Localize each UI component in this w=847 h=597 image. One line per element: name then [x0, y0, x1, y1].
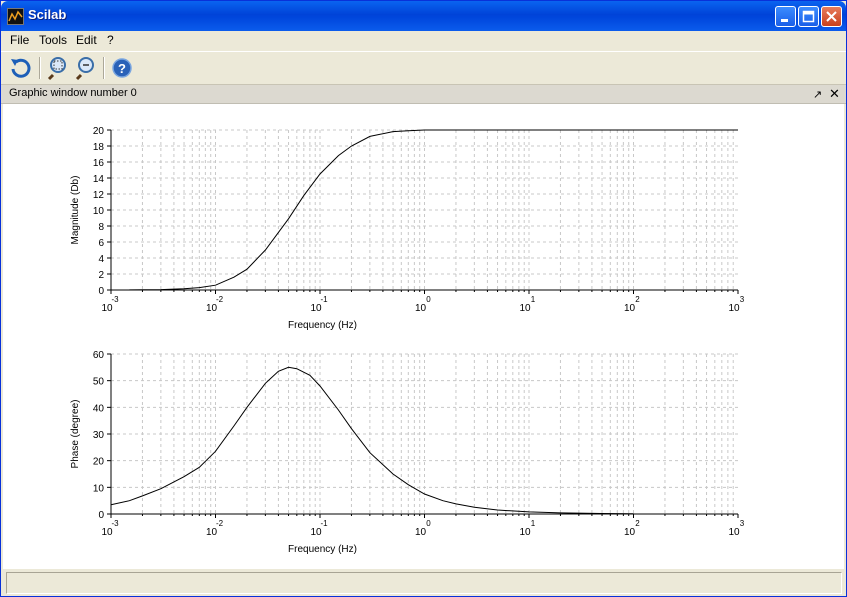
x-tick-label-exponent: -3	[111, 519, 119, 528]
x-tick-label-base: 10	[206, 303, 218, 314]
scilab-logo-icon	[7, 8, 24, 25]
window-title: Scilab	[28, 7, 67, 22]
panel-title: Graphic window number 0	[9, 87, 137, 99]
x-tick-label-base: 10	[415, 527, 427, 538]
x-tick-label-exponent: 0	[426, 519, 431, 528]
y-tick-label: 0	[98, 510, 104, 521]
y-tick-label: 0	[98, 286, 104, 297]
y-tick-label: 14	[93, 174, 105, 185]
rotate-icon[interactable]	[7, 55, 33, 81]
graphic-canvas[interactable]: 0 2 4 6 8 10 12 14 16 18 20 10 -3 10 -2 10 -1 10 0 10 1 10 2 10…	[3, 104, 844, 569]
y-tick-label: 16	[93, 158, 105, 169]
scilab-window: Scilab File Tools Edit ? ? Graphic windo…	[0, 0, 847, 597]
x-tick-label-exponent: 3	[740, 519, 745, 528]
y-tick-label: 12	[93, 190, 105, 201]
x-tick-label-exponent: -1	[320, 519, 328, 528]
y-axis-label: Magnitude (Db)	[70, 176, 81, 245]
plot-0: 0246810121416182010-310-210-110010110210…	[70, 126, 745, 331]
y-axis-label: Phase (degree)	[70, 400, 81, 469]
menu-tools[interactable]: Tools	[39, 33, 67, 47]
x-tick-label-base: 10	[310, 303, 322, 314]
x-tick-label-exponent: -2	[216, 295, 224, 304]
y-tick-label: 4	[98, 254, 104, 265]
unzoom-icon[interactable]	[73, 55, 99, 81]
x-tick-label-base: 10	[101, 303, 113, 314]
plot-1: 010203040506010-310-210-1100101102103Fre…	[70, 350, 745, 555]
help-icon[interactable]: ?	[109, 55, 135, 81]
x-tick-label-base: 10	[101, 527, 113, 538]
maximize-button[interactable]	[798, 6, 819, 27]
x-tick-label-base: 10	[624, 527, 636, 538]
x-tick-label-exponent: -3	[111, 295, 119, 304]
x-tick-label-base: 10	[624, 303, 636, 314]
menu-edit[interactable]: Edit	[76, 33, 97, 47]
x-tick-label-exponent: 2	[635, 519, 640, 528]
toolbar: ?	[1, 51, 846, 85]
plots-svg: 0246810121416182010-310-210-110010110210…	[70, 126, 745, 555]
toolbar-separator	[39, 57, 41, 79]
x-axis-label: Frequency (Hz)	[288, 320, 357, 331]
y-tick-label: 20	[93, 126, 105, 137]
x-tick-label-exponent: 1	[531, 519, 536, 528]
x-tick-label-base: 10	[519, 527, 531, 538]
y-tick-label: 20	[93, 457, 105, 468]
status-bar	[6, 572, 842, 594]
y-tick-label: 40	[93, 403, 105, 414]
x-tick-label-exponent: -2	[216, 519, 224, 528]
y-tick-label: 18	[93, 142, 105, 153]
y-tick-label: 50	[93, 377, 105, 388]
y-tick-label: 60	[93, 350, 105, 361]
x-tick-label-exponent: 0	[426, 295, 431, 304]
x-tick-label-base: 10	[728, 527, 740, 538]
menu-file[interactable]: File	[10, 33, 29, 47]
toolbar-separator	[103, 57, 105, 79]
x-tick-label-base: 10	[519, 303, 531, 314]
x-tick-label-base: 10	[415, 303, 427, 314]
x-tick-label-exponent: 2	[635, 295, 640, 304]
svg-text:?: ?	[118, 61, 126, 76]
y-tick-label: 10	[93, 483, 105, 494]
x-tick-label-base: 10	[310, 527, 322, 538]
undock-icon[interactable]: ↗	[813, 88, 822, 101]
title-bar[interactable]: Scilab	[1, 1, 846, 31]
menu-bar: File Tools Edit ?	[1, 31, 846, 50]
menu-help[interactable]: ?	[107, 33, 114, 47]
y-tick-label: 8	[98, 222, 104, 233]
x-tick-label-base: 10	[206, 527, 218, 538]
y-tick-label: 6	[98, 238, 104, 249]
y-tick-label: 30	[93, 430, 105, 441]
x-tick-label-exponent: -1	[320, 295, 328, 304]
x-tick-label-base: 10	[728, 303, 740, 314]
x-tick-label-exponent: 1	[531, 295, 536, 304]
y-tick-label: 2	[98, 270, 104, 281]
close-button[interactable]	[821, 6, 842, 27]
zoom-icon[interactable]	[45, 55, 71, 81]
series-line-0	[110, 366, 634, 515]
y-tick-label: 10	[93, 206, 105, 217]
panel-close-icon[interactable]: ✕	[829, 86, 840, 102]
graphic-panel-header: Graphic window number 0 ↗ ✕	[1, 85, 846, 104]
minimize-button[interactable]	[775, 6, 796, 27]
x-tick-label-exponent: 3	[740, 295, 745, 304]
x-axis-label: Frequency (Hz)	[288, 544, 357, 555]
